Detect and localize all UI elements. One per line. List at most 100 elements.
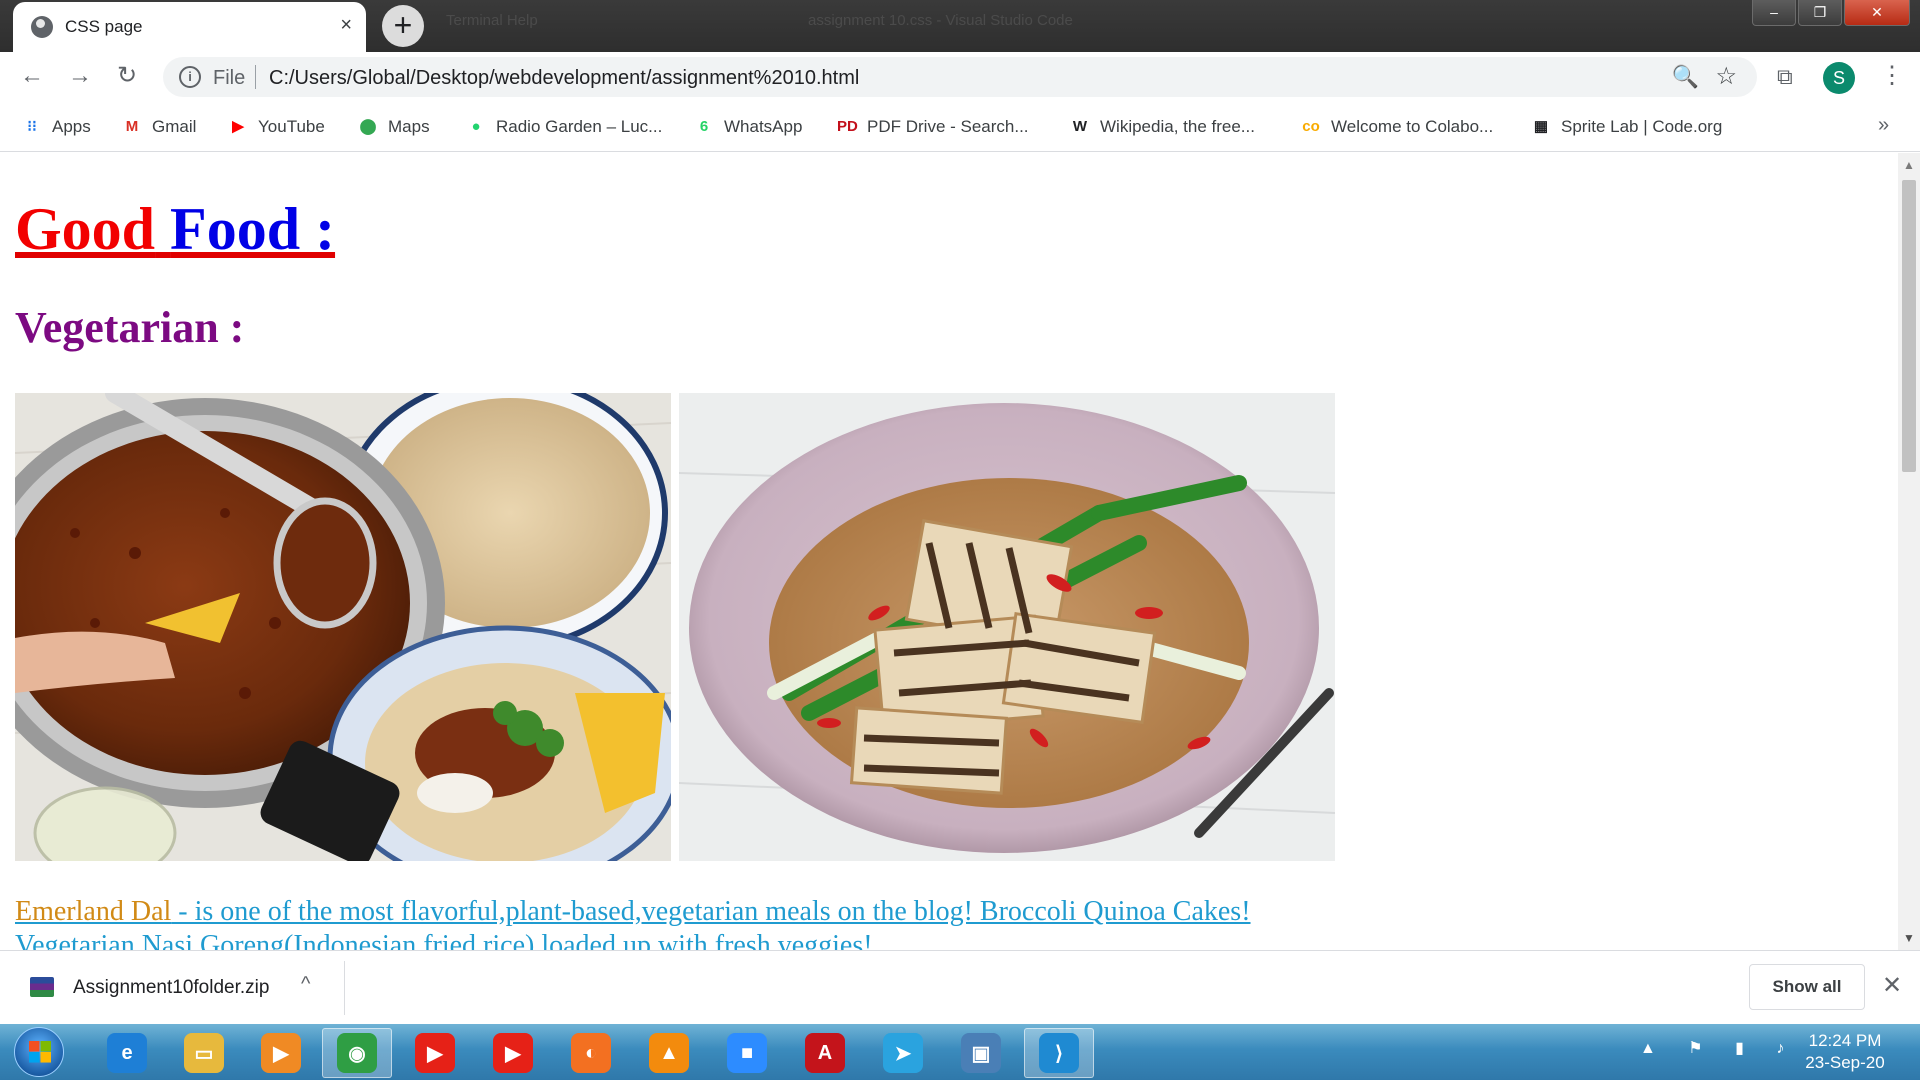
description-text[interactable]: - is one of the most flavorful,plant-bas… [15, 896, 1251, 950]
tab-css-page[interactable]: CSS page × [13, 2, 366, 52]
close-shelf-icon[interactable]: ✕ [1882, 971, 1902, 1000]
bookmark-label: Maps [388, 117, 430, 136]
windows-taskbar: ▲ ⚑ ▮ ♪ 12:24 PM 23-Sep-20 e ▭ ▶ ◉ ▶ ▶ ◐ ▲ ■ A ➤ ▣ ⟩ [0, 1024, 1920, 1080]
bookmark-gmail[interactable]: M Gmail [122, 115, 197, 139]
download-options-chevron-icon[interactable]: ^ [301, 973, 310, 996]
page-viewport: Good Food : Vegetarian : Emerland Dal - … [0, 153, 1898, 950]
browser-menu-icon[interactable]: ⋮ [1880, 62, 1904, 90]
taskbar-media-player-button[interactable]: ▶ [246, 1028, 316, 1078]
chilli-con-carne-photo [15, 393, 671, 861]
background-window-title: assignment 10.css - Visual Studio Code [808, 12, 1073, 29]
taskbar-acrobat-button[interactable]: A [790, 1028, 860, 1078]
scroll-up-arrow-icon[interactable]: ▲ [1903, 158, 1915, 172]
taskbar-chrome-button[interactable]: ◉ [322, 1028, 392, 1078]
zoom-icon[interactable]: 🔍 [1672, 64, 1699, 90]
url-separator [255, 65, 256, 89]
show-all-button[interactable]: Show all [1749, 964, 1865, 1010]
pdf-drive-icon: PD [837, 118, 858, 135]
bookmark-star-icon[interactable]: ☆ [1715, 62, 1737, 91]
scrollbar-thumb[interactable] [1902, 180, 1916, 472]
bookmark-colab[interactable]: co Welcome to Colabo... [1301, 115, 1493, 139]
back-icon[interactable]: ← [20, 62, 44, 90]
new-tab-button[interactable]: + [382, 5, 424, 47]
taskbar-vscode-button[interactable]: ⟩ [1024, 1028, 1094, 1078]
heading-food: Food : [170, 196, 336, 262]
code-org-icon: ▦ [1533, 118, 1549, 135]
scroll-down-arrow-icon[interactable]: ▼ [1903, 931, 1915, 945]
url-scheme: File [213, 67, 246, 89]
close-window-button[interactable]: ✕ [1844, 0, 1910, 26]
bookmark-youtube[interactable]: ▶ YouTube [228, 115, 325, 139]
download-filename[interactable]: Assignment10folder.zip [73, 977, 269, 999]
media-player-icon: ▶ [261, 1033, 301, 1073]
browser-toolbar: ← → ↻ i File C:/Users/Global/Desktop/web… [0, 52, 1920, 102]
restore-button[interactable]: ❐ [1798, 0, 1842, 26]
gmail-icon: M [125, 118, 139, 135]
globe-icon [31, 16, 53, 38]
clock-date: 23-Sep-20 [1805, 1053, 1885, 1072]
whatsapp-icon: 6 [699, 118, 709, 135]
youtube-icon: ▶ [232, 118, 244, 135]
firefox-icon: ◐ [571, 1033, 611, 1073]
download-shelf: Assignment10folder.zip ^ Show all ✕ [0, 950, 1920, 1024]
telegram-icon: ➤ [883, 1033, 923, 1073]
file-explorer-icon: ▭ [184, 1033, 224, 1073]
clock-time: 12:24 PM [1808, 1031, 1882, 1050]
taskbar-vlc-button[interactable]: ▲ [634, 1028, 704, 1078]
taskbar-zoom-button[interactable]: ■ [712, 1028, 782, 1078]
bookmark-label: Sprite Lab | Code.org [1561, 117, 1723, 136]
taskbar-youtube-music-button[interactable]: ▶ [478, 1028, 548, 1078]
extensions-icon[interactable]: ⧉ [1777, 64, 1793, 90]
taskbar-firefox-button[interactable]: ◐ [556, 1028, 626, 1078]
address-bar[interactable]: i File C:/Users/Global/Desktop/webdevelo… [163, 57, 1757, 97]
bookmark-label: Radio Garden – Luc... [496, 117, 663, 136]
taskbar-internet-explorer-button[interactable]: e [92, 1028, 162, 1078]
maps-pin-icon: ⬤ [359, 118, 377, 135]
url-text[interactable]: C:/Users/Global/Desktop/webdevelopment/a… [269, 67, 859, 90]
taskbar-file-explorer-button[interactable]: ▭ [169, 1028, 239, 1078]
minimize-button[interactable]: – [1752, 0, 1796, 26]
reload-icon[interactable]: ↻ [117, 62, 137, 90]
bookmark-maps-pin[interactable]: ⬤ Maps [358, 115, 430, 139]
taskbar-telegram-button[interactable]: ➤ [868, 1028, 938, 1078]
vscode-icon: ⟩ [1039, 1033, 1079, 1073]
browser-titlebar: CSS page × + Terminal Help assignment 10… [0, 0, 1920, 52]
acrobat-icon: A [805, 1033, 845, 1073]
bookmarks-bar: ⁝⁝ Apps M Gmail ▶ YouTube ⬤ Maps ● Radio Garden –… [0, 102, 1920, 152]
bookmark-radio-garden[interactable]: ● Radio Garden – Luc... [466, 115, 662, 139]
youtube-app-icon: ▶ [415, 1033, 455, 1073]
start-button[interactable] [14, 1027, 64, 1077]
bookmark-label: PDF Drive - Search... [867, 117, 1029, 136]
profile-avatar[interactable]: S [1823, 62, 1855, 94]
bookmark-label: Welcome to Colabo... [1331, 117, 1494, 136]
forward-icon[interactable]: → [68, 62, 92, 90]
bookmark-apps-grid[interactable]: ⁝⁝ Apps [22, 115, 91, 139]
system-tray-icons[interactable]: ▲ ⚑ ▮ ♪ [1640, 1038, 1798, 1058]
site-info-icon[interactable]: i [179, 66, 201, 88]
remote-desktop-icon: ▣ [961, 1033, 1001, 1073]
bookmark-pdf-drive[interactable]: PD PDF Drive - Search... [837, 115, 1029, 139]
bookmark-label: Gmail [152, 117, 197, 136]
bookmark-label: WhatsApp [724, 117, 803, 136]
youtube-music-icon: ▶ [493, 1033, 533, 1073]
window-controls: – ❐ ✕ [1752, 0, 1910, 26]
apps-grid-icon: ⁝⁝ [27, 118, 37, 135]
colab-icon: co [1302, 118, 1320, 135]
description-link[interactable]: Emerland Dal - is one of the most flavor… [15, 895, 1375, 950]
page-heading: Good Food : [15, 195, 335, 264]
wikipedia-icon: W [1072, 118, 1088, 135]
bookmark-code-org[interactable]: ▦ Sprite Lab | Code.org [1531, 115, 1722, 139]
taskbar-youtube-app-button[interactable]: ▶ [400, 1028, 470, 1078]
system-clock[interactable]: 12:24 PM 23-Sep-20 [1790, 1030, 1900, 1074]
bookmark-whatsapp[interactable]: 6 WhatsApp [694, 115, 803, 139]
taskbar-remote-desktop-button[interactable]: ▣ [946, 1028, 1016, 1078]
background-window-menu-text: Terminal Help [446, 12, 538, 29]
heading-good: Good [15, 196, 156, 262]
emerland-dal-text[interactable]: Emerland Dal [15, 896, 171, 927]
vegetarian-heading: Vegetarian : [15, 303, 245, 352]
more-bookmarks-icon[interactable]: » [1878, 114, 1889, 137]
bookmark-wikipedia[interactable]: W Wikipedia, the free... [1070, 115, 1255, 139]
tab-close-icon[interactable]: × [340, 14, 352, 36]
page-scrollbar[interactable]: ▲ ▼ [1898, 153, 1920, 950]
tab-title: CSS page [65, 17, 143, 36]
